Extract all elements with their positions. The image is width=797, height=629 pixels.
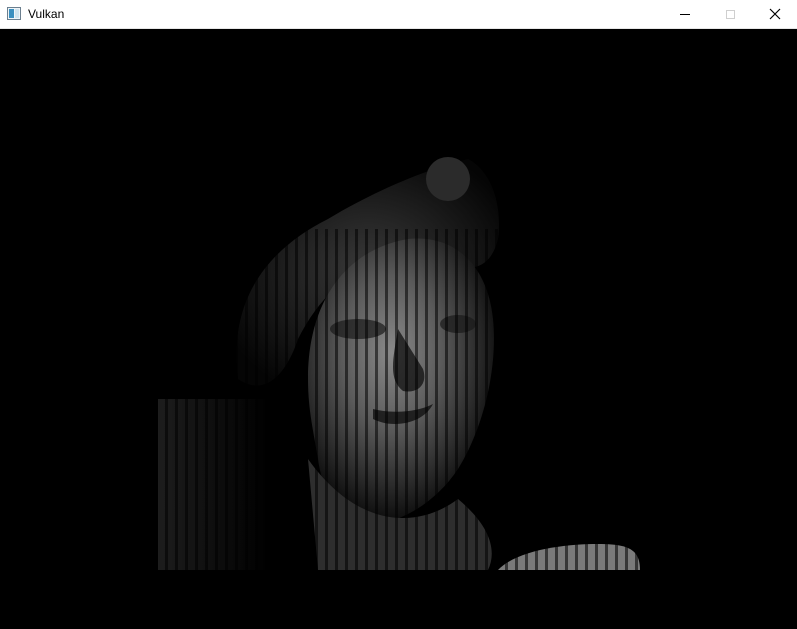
app-icon[interactable]: [7, 7, 21, 20]
close-icon: [769, 8, 781, 20]
window-title: Vulkan: [28, 7, 65, 21]
app-window: Vulkan: [0, 0, 797, 629]
minimize-button[interactable]: [662, 0, 708, 28]
hair-curl: [426, 157, 470, 201]
close-button[interactable]: [752, 0, 797, 28]
stripe-overlay: [158, 229, 640, 570]
rendered-statue-image: [158, 157, 640, 570]
maximize-icon: [725, 9, 735, 19]
maximize-button[interactable]: [707, 0, 753, 28]
render-viewport[interactable]: [0, 29, 797, 629]
title-bar[interactable]: Vulkan: [0, 0, 797, 29]
minimize-icon: [680, 13, 690, 15]
